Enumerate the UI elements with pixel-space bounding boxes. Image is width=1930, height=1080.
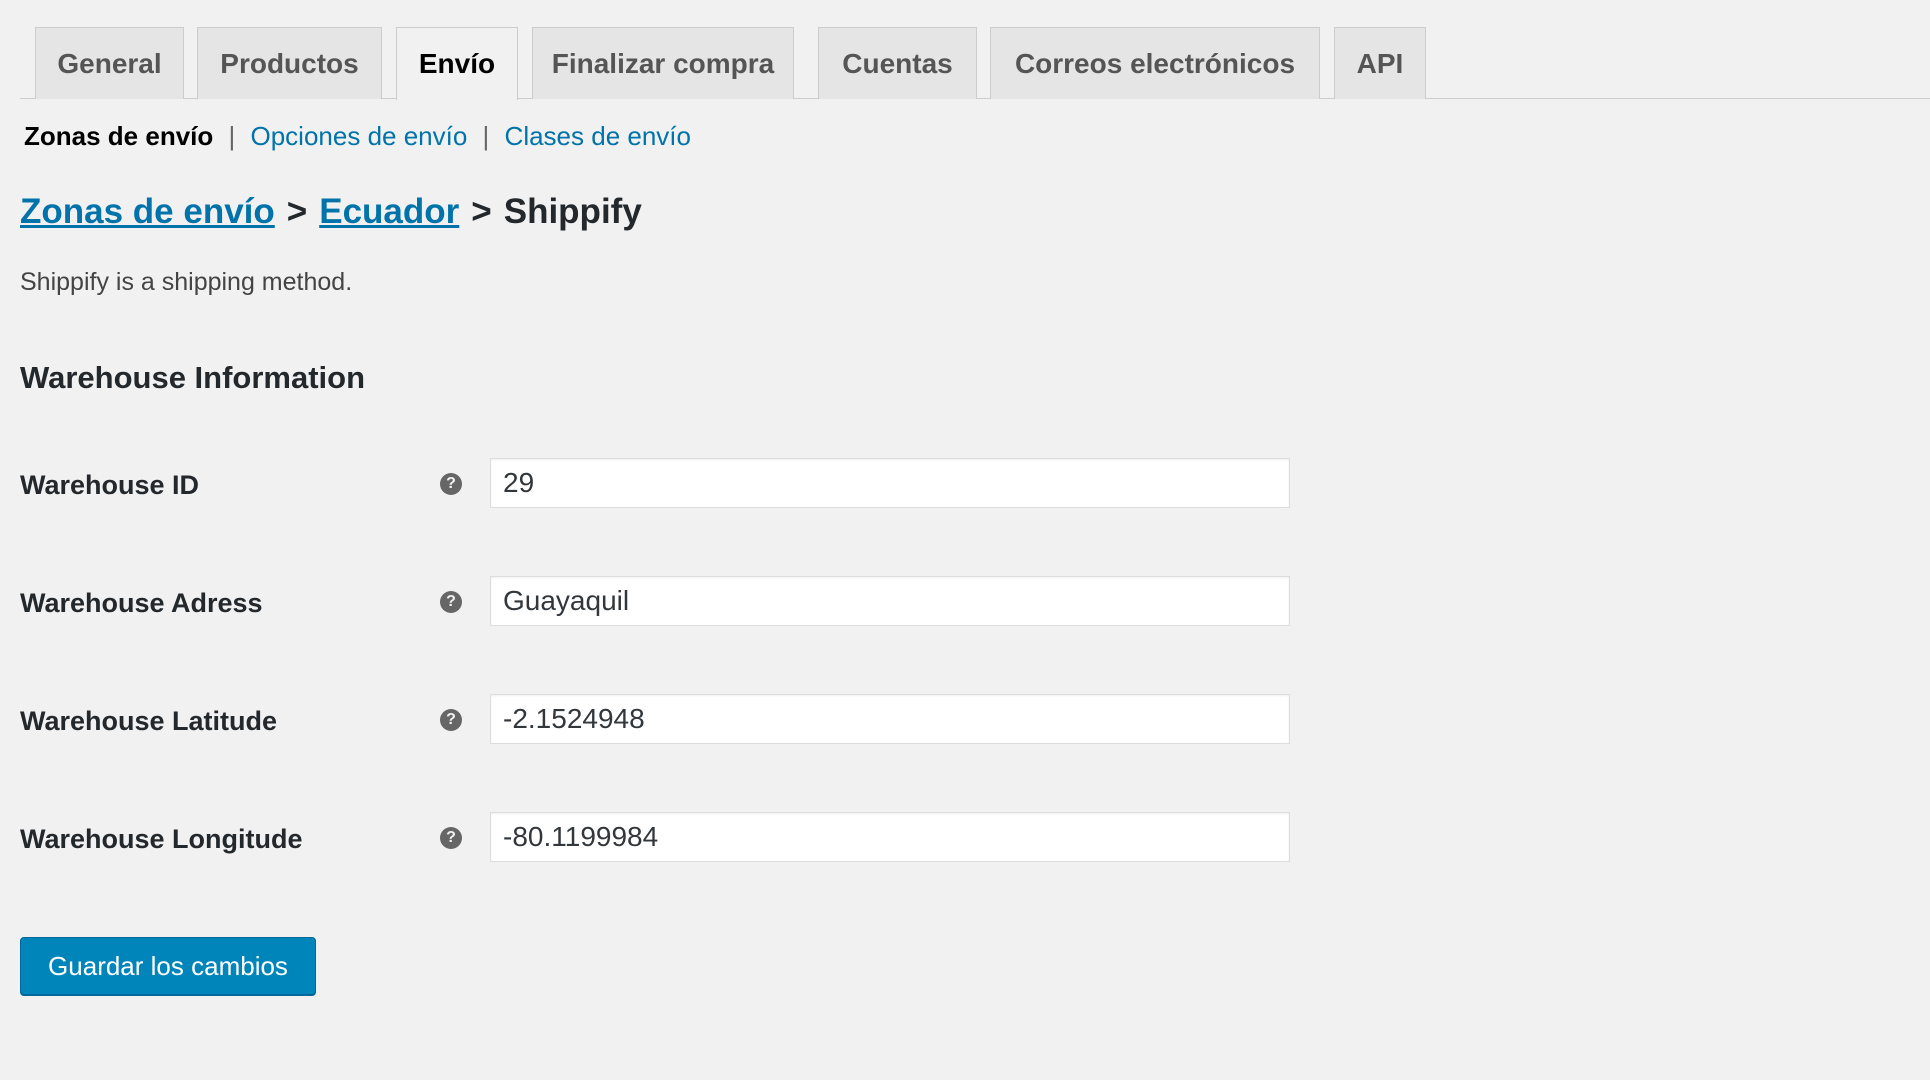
warehouse-id-label: Warehouse ID — [20, 470, 200, 500]
subnav-separator: | — [228, 121, 236, 151]
warehouse-address-input[interactable] — [490, 576, 1290, 626]
subnav-link-shipping-classes[interactable]: Clases de envío — [505, 121, 691, 151]
question-circle-icon[interactable]: ? — [440, 591, 462, 613]
question-circle-icon[interactable]: ? — [440, 709, 462, 731]
warehouse-longitude-label: Warehouse Longitude — [20, 824, 303, 854]
breadcrumb: Zonas de envío > Ecuador > Shippify — [20, 188, 642, 236]
tab-envio[interactable]: Envío — [396, 27, 518, 100]
warehouse-id-input[interactable] — [490, 458, 1290, 508]
settings-page: General Productos Envío Finalizar compra… — [0, 0, 1930, 1080]
section-title: Warehouse Information — [20, 360, 366, 395]
tab-finalizar-compra[interactable]: Finalizar compra — [532, 27, 794, 99]
settings-tabs: General Productos Envío Finalizar compra… — [20, 27, 1930, 100]
tab-cuentas[interactable]: Cuentas — [818, 27, 977, 99]
question-circle-icon[interactable]: ? — [440, 827, 462, 849]
method-description: Shippify is a shipping method. — [20, 268, 353, 296]
tab-correos-electronicos[interactable]: Correos electrónicos — [990, 27, 1320, 99]
shipping-subnav: Zonas de envío | Opciones de envío | Cla… — [24, 118, 691, 154]
breadcrumb-link-zone[interactable]: Ecuador — [319, 192, 459, 231]
breadcrumb-separator: > — [471, 192, 492, 231]
subnav-current-shipping-zones: Zonas de envío — [24, 121, 214, 151]
breadcrumb-separator: > — [286, 192, 308, 231]
tab-api[interactable]: API — [1334, 27, 1426, 99]
question-circle-icon[interactable]: ? — [440, 473, 462, 495]
subnav-separator: | — [482, 121, 490, 151]
save-changes-button[interactable]: Guardar los cambios — [20, 937, 316, 995]
warehouse-latitude-label: Warehouse Latitude — [20, 706, 278, 736]
warehouse-longitude-input[interactable] — [490, 812, 1290, 862]
subnav-link-shipping-options[interactable]: Opciones de envío — [251, 121, 468, 151]
tab-general[interactable]: General — [35, 27, 184, 99]
tab-productos[interactable]: Productos — [197, 27, 382, 99]
warehouse-latitude-input[interactable] — [490, 694, 1290, 744]
warehouse-address-label: Warehouse Adress — [20, 588, 263, 618]
breadcrumb-link-shipping-zones[interactable]: Zonas de envío — [20, 192, 275, 231]
breadcrumb-current-method: Shippify — [503, 192, 642, 231]
